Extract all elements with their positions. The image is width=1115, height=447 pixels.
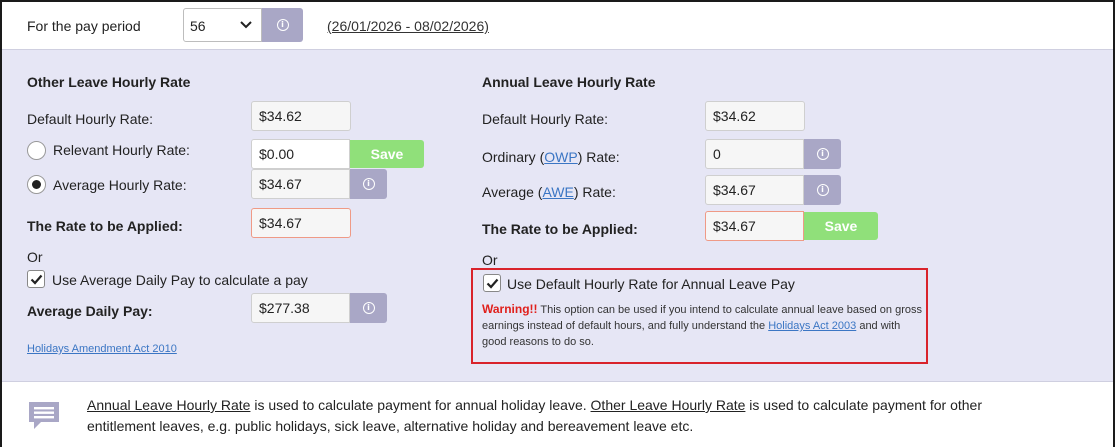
warning-label: Warning!!	[482, 302, 538, 316]
average-rate-field: $34.67	[251, 169, 350, 199]
other-default-rate-field: $34.62	[251, 101, 351, 131]
use-average-daily-label: Use Average Daily Pay to calculate a pay	[52, 272, 308, 288]
pay-period-date-range[interactable]: (26/01/2026 - 08/02/2026)	[327, 18, 489, 34]
use-average-daily-checkbox[interactable]	[27, 270, 45, 288]
average-rate-label: Average Hourly Rate:	[53, 177, 187, 193]
ordinary-rate-label: Ordinary (OWP) Rate:	[482, 149, 620, 165]
ordinary-rate-prefix: Ordinary (	[482, 149, 545, 165]
annual-leave-heading: Annual Leave Hourly Rate	[482, 74, 656, 90]
awe-rate-field: $34.67	[705, 175, 804, 205]
annual-or-text: Or	[482, 252, 498, 268]
other-applied-rate-field: $34.67	[251, 208, 351, 238]
relevant-rate-radio[interactable]	[27, 141, 46, 160]
average-daily-pay-label: Average Daily Pay:	[27, 303, 153, 319]
use-default-hourly-label: Use Default Hourly Rate for Annual Leave…	[507, 276, 795, 292]
holidays-amendment-act-link[interactable]: Holidays Amendment Act 2010	[27, 343, 177, 355]
average-rate-radio[interactable]	[27, 175, 46, 194]
use-default-hourly-checkbox[interactable]	[483, 274, 501, 292]
awe-rate-prefix: Average (	[482, 184, 543, 200]
help-text: Annual Leave Hourly Rate is used to calc…	[87, 395, 987, 437]
awe-link[interactable]: AWE	[542, 184, 573, 200]
info-icon: i	[362, 178, 375, 190]
average-daily-pay-label-text: Average Daily Pay:	[27, 303, 153, 319]
average-daily-pay-field: $277.38	[251, 293, 350, 323]
annual-default-rate-field: $34.62	[705, 101, 805, 131]
annual-applied-rate-label: The Rate to be Applied:	[482, 221, 638, 237]
holidays-act-link[interactable]: Holidays Act 2003	[768, 320, 856, 332]
relevant-rate-save-button[interactable]: Save	[350, 140, 424, 168]
awe-rate-label: Average (AWE) Rate:	[482, 184, 616, 200]
warning-message: Warning!! This option can be used if you…	[482, 301, 922, 350]
other-default-rate-label: Default Hourly Rate:	[27, 111, 154, 127]
average-rate-info-button[interactable]: i	[350, 169, 387, 199]
chevron-down-icon	[239, 18, 253, 37]
annual-applied-rate-field: $34.67	[705, 211, 804, 241]
annual-leave-rate-help-link: Annual Leave Hourly Rate	[87, 397, 251, 413]
average-daily-info-button[interactable]: i	[350, 293, 387, 323]
checkmark-icon	[30, 274, 43, 285]
other-applied-rate-label: The Rate to be Applied:	[27, 218, 183, 234]
comment-icon	[26, 399, 62, 436]
pay-period-select[interactable]: 56	[183, 8, 262, 42]
other-or-text: Or	[27, 249, 43, 265]
help-footer: Annual Leave Hourly Rate is used to calc…	[2, 383, 1113, 447]
info-icon: i	[816, 148, 829, 160]
owp-link[interactable]: OWP	[544, 149, 577, 165]
relevant-rate-label: Relevant Hourly Rate:	[53, 142, 190, 158]
info-icon: i	[816, 184, 829, 196]
pay-period-label: For the pay period	[27, 18, 141, 34]
awe-rate-suffix: ) Rate:	[573, 184, 616, 200]
other-leave-heading: Other Leave Hourly Rate	[27, 74, 191, 90]
ordinary-rate-field: 0	[705, 139, 804, 169]
info-icon: i	[276, 19, 289, 31]
annual-applied-rate-save-button[interactable]: Save	[804, 212, 878, 240]
checkmark-icon	[486, 278, 499, 289]
ordinary-rate-info-button[interactable]: i	[804, 139, 841, 169]
default-rate-warning-box: Use Default Hourly Rate for Annual Leave…	[471, 268, 928, 364]
info-icon: i	[362, 302, 375, 314]
annual-default-rate-label: Default Hourly Rate:	[482, 111, 609, 127]
pay-period-select-value: 56	[190, 18, 206, 34]
relevant-rate-input[interactable]: $0.00	[251, 139, 350, 169]
leave-rate-window: For the pay period 56 i (26/01/2026 - 08…	[0, 0, 1115, 447]
ordinary-rate-suffix: ) Rate:	[577, 149, 620, 165]
other-leave-rate-help-link: Other Leave Hourly Rate	[590, 397, 746, 413]
awe-rate-info-button[interactable]: i	[804, 175, 841, 205]
help-text-part1: is used to calculate payment for annual …	[250, 397, 591, 413]
pay-period-bar: For the pay period 56 i (26/01/2026 - 08…	[2, 2, 1113, 49]
pay-period-info-button[interactable]: i	[262, 8, 303, 42]
